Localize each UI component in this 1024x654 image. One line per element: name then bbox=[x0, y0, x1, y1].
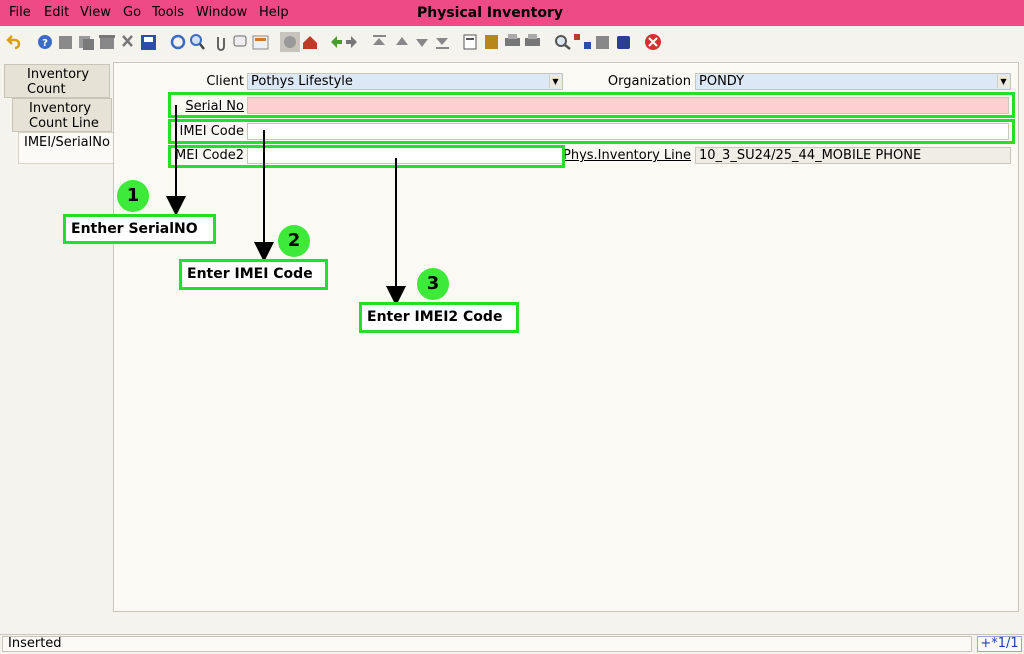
refresh-icon[interactable] bbox=[170, 34, 186, 50]
product-info-icon[interactable] bbox=[596, 36, 609, 49]
history-icon[interactable] bbox=[280, 32, 300, 52]
help-icon[interactable]: ? bbox=[38, 35, 52, 49]
next-record-icon[interactable] bbox=[416, 39, 428, 47]
step-1-badge: 1 bbox=[117, 180, 149, 212]
delete-icon[interactable] bbox=[99, 35, 115, 49]
toolbar-icons: ? bbox=[6, 32, 661, 52]
save-icon[interactable] bbox=[141, 35, 156, 50]
home-icon[interactable] bbox=[303, 36, 317, 49]
previous-record-icon[interactable] bbox=[396, 37, 408, 45]
grid-toggle-icon[interactable] bbox=[252, 35, 269, 50]
attachment-icon[interactable] bbox=[217, 37, 225, 51]
svg-text:?: ? bbox=[42, 38, 48, 49]
process-icon[interactable] bbox=[617, 36, 630, 49]
step-2-note: Enter IMEI Code bbox=[179, 259, 328, 290]
tab-imei-serialno[interactable]: IMEI/SerialNo bbox=[18, 132, 114, 164]
zoom-across-icon[interactable] bbox=[555, 35, 571, 50]
organization-label: Organization bbox=[607, 74, 691, 89]
step-2-badge: 2 bbox=[278, 225, 310, 257]
window-title: Physical Inventory bbox=[416, 5, 563, 21]
client-label: Client bbox=[206, 74, 244, 89]
step-1-note: Enther SerialNO bbox=[63, 214, 216, 244]
organization-value: PONDY bbox=[699, 74, 745, 89]
chat-icon[interactable] bbox=[233, 35, 247, 47]
imei-code2-highlight bbox=[168, 145, 565, 168]
first-record-icon[interactable] bbox=[373, 35, 386, 45]
step-3-note: Enter IMEI2 Code bbox=[359, 302, 519, 333]
organization-combo[interactable]: PONDY ▼ bbox=[695, 73, 1011, 90]
serial-no-highlight bbox=[168, 92, 1015, 118]
client-combo[interactable]: Pothys Lifestyle ▼ bbox=[247, 73, 563, 90]
last-record-icon[interactable] bbox=[436, 38, 449, 49]
delete-selection-icon[interactable] bbox=[122, 35, 133, 47]
report-icon[interactable] bbox=[463, 34, 477, 50]
new-record-icon[interactable] bbox=[59, 36, 72, 49]
undo-icon[interactable] bbox=[6, 35, 21, 50]
archive-icon[interactable] bbox=[485, 35, 498, 49]
tab-inventory-count[interactable]: Inventory Count bbox=[4, 64, 110, 98]
copy-record-icon[interactable] bbox=[79, 36, 94, 50]
chevron-down-icon[interactable]: ▼ bbox=[997, 75, 1009, 88]
phys-inventory-line-field[interactable]: 10_3_SU24/25_44_MOBILE PHONE bbox=[695, 147, 1011, 164]
record-navigation[interactable]: +*1/1 bbox=[977, 636, 1022, 652]
print-icon[interactable] bbox=[505, 34, 520, 46]
find-icon[interactable] bbox=[190, 34, 205, 50]
chevron-down-icon[interactable]: ▼ bbox=[549, 75, 561, 88]
end-icon[interactable] bbox=[645, 34, 661, 50]
print-preview-icon[interactable] bbox=[525, 34, 540, 46]
status-text: Inserted bbox=[2, 636, 972, 652]
workflow-icon[interactable] bbox=[574, 34, 591, 49]
back-icon[interactable] bbox=[331, 36, 342, 48]
step-3-badge: 3 bbox=[417, 268, 449, 300]
forward-icon[interactable] bbox=[346, 36, 357, 48]
phys-inventory-line-label: Phys.Inventory Line bbox=[563, 148, 691, 163]
imei-code-highlight bbox=[168, 119, 1015, 144]
tab-inventory-count-line[interactable]: Inventory Count Line bbox=[12, 98, 112, 132]
client-value: Pothys Lifestyle bbox=[251, 74, 353, 89]
